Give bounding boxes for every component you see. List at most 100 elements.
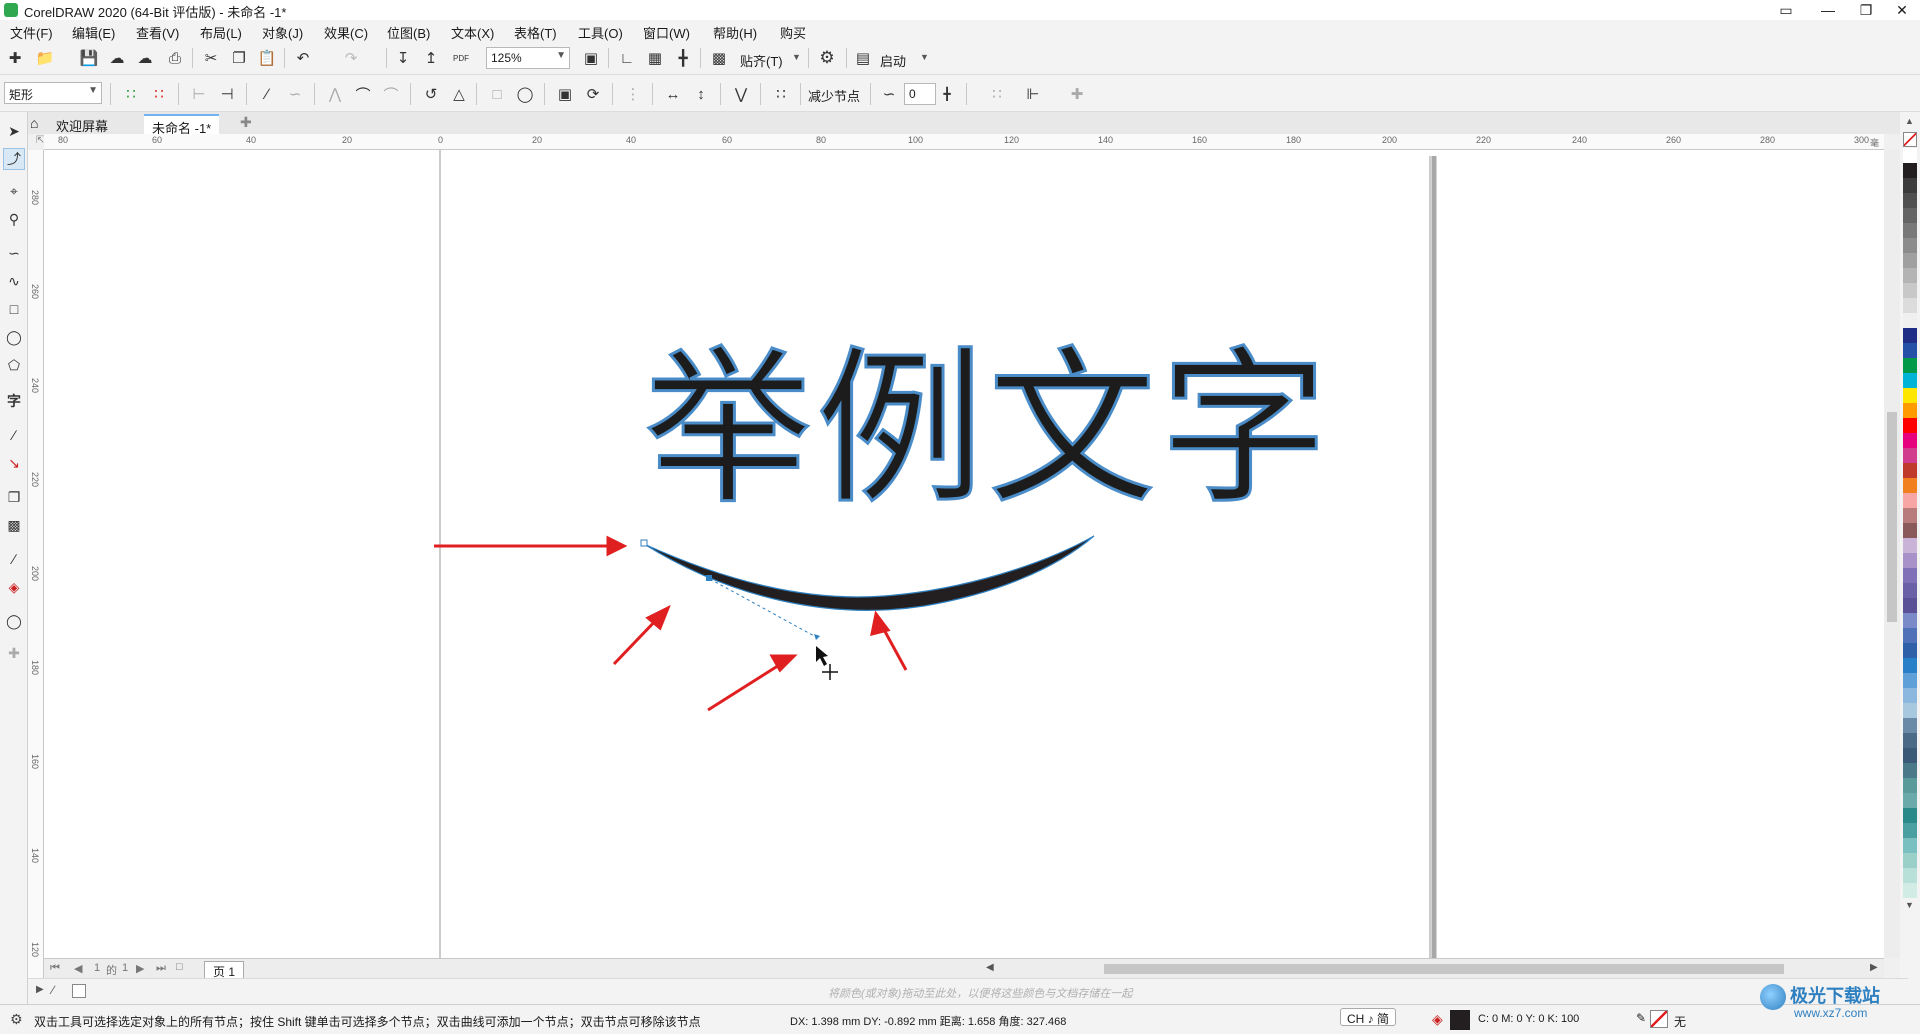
pick-tool-icon[interactable]: ➤ (3, 120, 25, 142)
drawing-canvas[interactable]: 举例文字 (44, 150, 1884, 958)
palette-swatch[interactable] (1903, 868, 1917, 883)
page-tab[interactable]: 页 1 (204, 961, 245, 979)
menu-tools[interactable]: 工具(O) (578, 23, 623, 42)
menu-bitmaps[interactable]: 位图(B) (387, 23, 430, 42)
cusp-node-icon[interactable]: ⋀ (324, 83, 346, 105)
first-page-icon[interactable]: ⏮ (50, 962, 60, 975)
palette-swatch[interactable] (1903, 313, 1917, 328)
copy-icon[interactable]: ❐ (228, 47, 250, 69)
connector-tool-icon[interactable]: ↘ (3, 452, 25, 474)
palette-swatch[interactable] (1903, 403, 1917, 418)
menu-text[interactable]: 文本(X) (451, 23, 494, 42)
chevron-down-icon[interactable]: ▼ (920, 52, 929, 62)
extract-subpath-icon[interactable]: □ (486, 83, 508, 105)
menu-layout[interactable]: 布局(L) (200, 23, 242, 42)
palette-swatch[interactable] (1903, 508, 1917, 523)
palette-swatch[interactable] (1903, 163, 1917, 178)
palette-swatch[interactable] (1903, 493, 1917, 508)
snap-to-menu[interactable]: 贴齐(T) (740, 51, 783, 70)
horizontal-scroll-thumb[interactable] (1104, 964, 1784, 974)
align-nodes-icon[interactable]: ⋮ (622, 83, 644, 105)
launch-icon[interactable]: ▤ (852, 47, 874, 69)
show-rulers-icon[interactable]: ∟ (616, 47, 638, 69)
smoothness-slider-icon[interactable]: ╋ (936, 83, 958, 105)
smooth-node-icon[interactable]: ⌒ (352, 83, 374, 105)
palette-swatch[interactable] (1903, 643, 1917, 658)
to-curve-icon[interactable]: ∽ (284, 83, 306, 105)
fill-color-swatch[interactable] (1450, 1010, 1470, 1030)
palette-swatch[interactable] (1903, 298, 1917, 313)
rectangle-tool-icon[interactable]: □ (3, 298, 25, 320)
select-all-nodes-icon[interactable]: ∷ (770, 83, 792, 105)
palette-scroll-up-icon[interactable]: ▲ (1905, 116, 1914, 126)
palette-eyedropper-icon[interactable]: ∕ (52, 983, 54, 997)
menu-edit[interactable]: 编辑(E) (72, 23, 115, 42)
palette-swatch[interactable] (1903, 718, 1917, 733)
menu-table[interactable]: 表格(T) (514, 23, 557, 42)
palette-swatch[interactable] (1903, 418, 1917, 433)
symmetric-node-icon[interactable]: ⌒ (380, 83, 402, 105)
undo-icon[interactable]: ↶ (292, 47, 314, 69)
print-icon[interactable]: ⎙ (164, 47, 186, 69)
menu-object[interactable]: 对象(J) (262, 23, 303, 42)
palette-swatch[interactable] (1903, 538, 1917, 553)
palette-swatch[interactable] (1903, 328, 1917, 343)
eyedropper-icon[interactable]: ∕ (3, 548, 25, 570)
add-toolbar-item-icon[interactable]: ✚ (1066, 83, 1088, 105)
text-tool-icon[interactable]: 字 (3, 390, 25, 412)
palette-swatch[interactable] (1903, 793, 1917, 808)
join-nodes-icon[interactable]: ⊢ (188, 83, 210, 105)
menu-window[interactable]: 窗口(W) (643, 23, 690, 42)
palette-scroll-down-icon[interactable]: ▼ (1905, 900, 1914, 910)
menu-view[interactable]: 查看(V) (136, 23, 179, 42)
zoom-tool-icon[interactable]: ⚲ (3, 208, 25, 230)
rotate-nodes-icon[interactable]: ⟳ (582, 83, 604, 105)
menu-help[interactable]: 帮助(H) (713, 23, 757, 42)
shape-tool-icon[interactable]: ⤴ (3, 148, 25, 170)
menu-file[interactable]: 文件(F) (10, 23, 53, 42)
palette-swatch[interactable] (1903, 478, 1917, 493)
close-button[interactable]: ✕ (1884, 0, 1920, 20)
palette-no-color-swatch[interactable] (1903, 132, 1917, 147)
smoothness-input[interactable]: 0 (904, 83, 936, 105)
palette-swatch[interactable] (1903, 628, 1917, 643)
palette-swatch[interactable] (1903, 808, 1917, 823)
node-snap-icon[interactable]: ⊩ (1022, 83, 1044, 105)
elastic-mode-icon[interactable]: ⋁ (730, 83, 752, 105)
cut-icon[interactable]: ✂ (200, 47, 222, 69)
palette-swatch[interactable] (1903, 748, 1917, 763)
polygon-tool-icon[interactable]: ⬠ (3, 354, 25, 376)
scroll-right-icon[interactable]: ▶ (1870, 962, 1878, 973)
transparency-icon[interactable]: ▩ (3, 514, 25, 536)
palette-swatch[interactable] (1903, 763, 1917, 778)
palette-swatch[interactable] (1903, 283, 1917, 298)
import-icon[interactable]: ↧ (392, 47, 414, 69)
open-folder-icon[interactable]: 📁 (34, 47, 56, 69)
palette-swatch[interactable] (1903, 268, 1917, 283)
horizontal-ruler[interactable]: ⇱ 80 60 40 20 0 20 40 60 80 100 120 140 … (36, 134, 1884, 161)
palette-swatch[interactable] (1903, 523, 1917, 538)
scroll-left-icon[interactable]: ◀ (986, 962, 994, 973)
palette-swatch[interactable] (1903, 838, 1917, 853)
palette-swatch[interactable] (1903, 448, 1917, 463)
delete-node-icon[interactable]: ∷ (148, 83, 170, 105)
palette-swatch[interactable] (1903, 343, 1917, 358)
reflect-nodes-icon[interactable]: ∷ (986, 83, 1008, 105)
reflect-vertical-icon[interactable]: ↕ (690, 83, 712, 105)
palette-swatch[interactable] (1903, 568, 1917, 583)
interactive-fill-icon[interactable]: ◈ (3, 576, 25, 598)
last-page-icon[interactable]: ⏭ (156, 962, 166, 975)
zoom-level-select[interactable]: 125% ▼ (486, 47, 570, 69)
palette-expand-icon[interactable]: ▶ (36, 984, 44, 995)
palette-swatch[interactable] (1903, 598, 1917, 613)
palette-swatch[interactable] (1903, 553, 1917, 568)
new-document-icon[interactable]: ✚ (4, 47, 26, 69)
palette-swatch[interactable] (1903, 883, 1917, 898)
palette-swatch[interactable] (1903, 148, 1917, 163)
break-curve-icon[interactable]: ⊣ (216, 83, 238, 105)
palette-swatch[interactable] (1903, 823, 1917, 838)
next-page-icon[interactable]: ▶ (136, 962, 144, 975)
tab-document[interactable]: 未命名 -1* (144, 114, 220, 136)
home-icon[interactable]: ⌂ (30, 115, 38, 131)
menu-effects[interactable]: 效果(C) (324, 23, 368, 42)
